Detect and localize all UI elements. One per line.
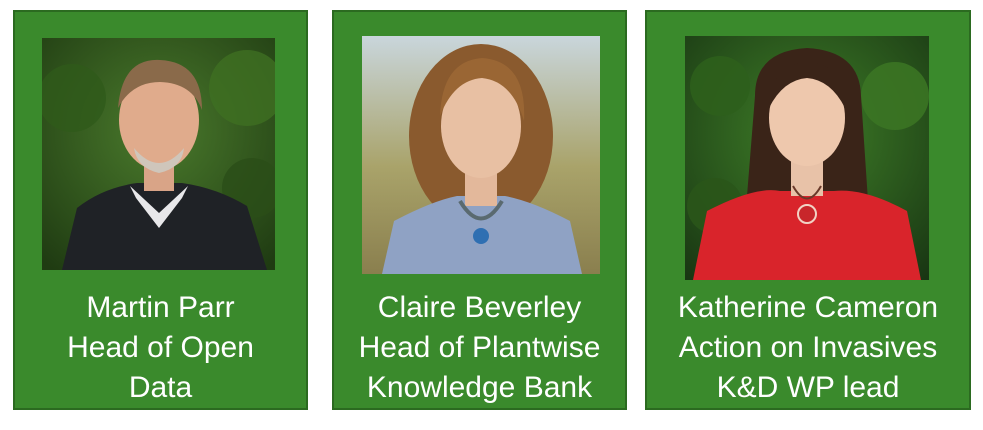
person-caption: Claire Beverley Head of Plantwise Knowle… bbox=[334, 288, 625, 408]
person-card-claire-beverley: Claire Beverley Head of Plantwise Knowle… bbox=[332, 10, 627, 410]
portrait-photo bbox=[42, 38, 275, 270]
portrait-katherine-cameron-image bbox=[685, 36, 929, 280]
person-role-line: K&D WP lead bbox=[716, 371, 900, 404]
portrait-claire-beverley-image bbox=[362, 36, 600, 274]
person-name: Claire Beverley bbox=[377, 291, 582, 324]
person-name: Katherine Cameron bbox=[677, 291, 939, 324]
person-caption: Martin Parr Head of Open Data bbox=[15, 288, 306, 408]
portrait-photo bbox=[362, 36, 600, 274]
portrait-martin-parr-image bbox=[42, 38, 275, 270]
person-caption: Katherine Cameron Action on Invasives K&… bbox=[647, 288, 969, 408]
person-role-line: Head of Plantwise bbox=[358, 331, 601, 364]
person-role-line: Data bbox=[128, 371, 193, 404]
person-name: Martin Parr bbox=[86, 291, 235, 324]
person-card-martin-parr: Martin Parr Head of Open Data bbox=[13, 10, 308, 410]
person-role-line: Head of Open bbox=[67, 331, 254, 364]
person-role-line: Knowledge Bank bbox=[366, 371, 593, 404]
portrait-photo bbox=[685, 36, 929, 280]
person-role-line: Action on Invasives bbox=[678, 331, 938, 364]
person-card-katherine-cameron: Katherine Cameron Action on Invasives K&… bbox=[645, 10, 971, 410]
